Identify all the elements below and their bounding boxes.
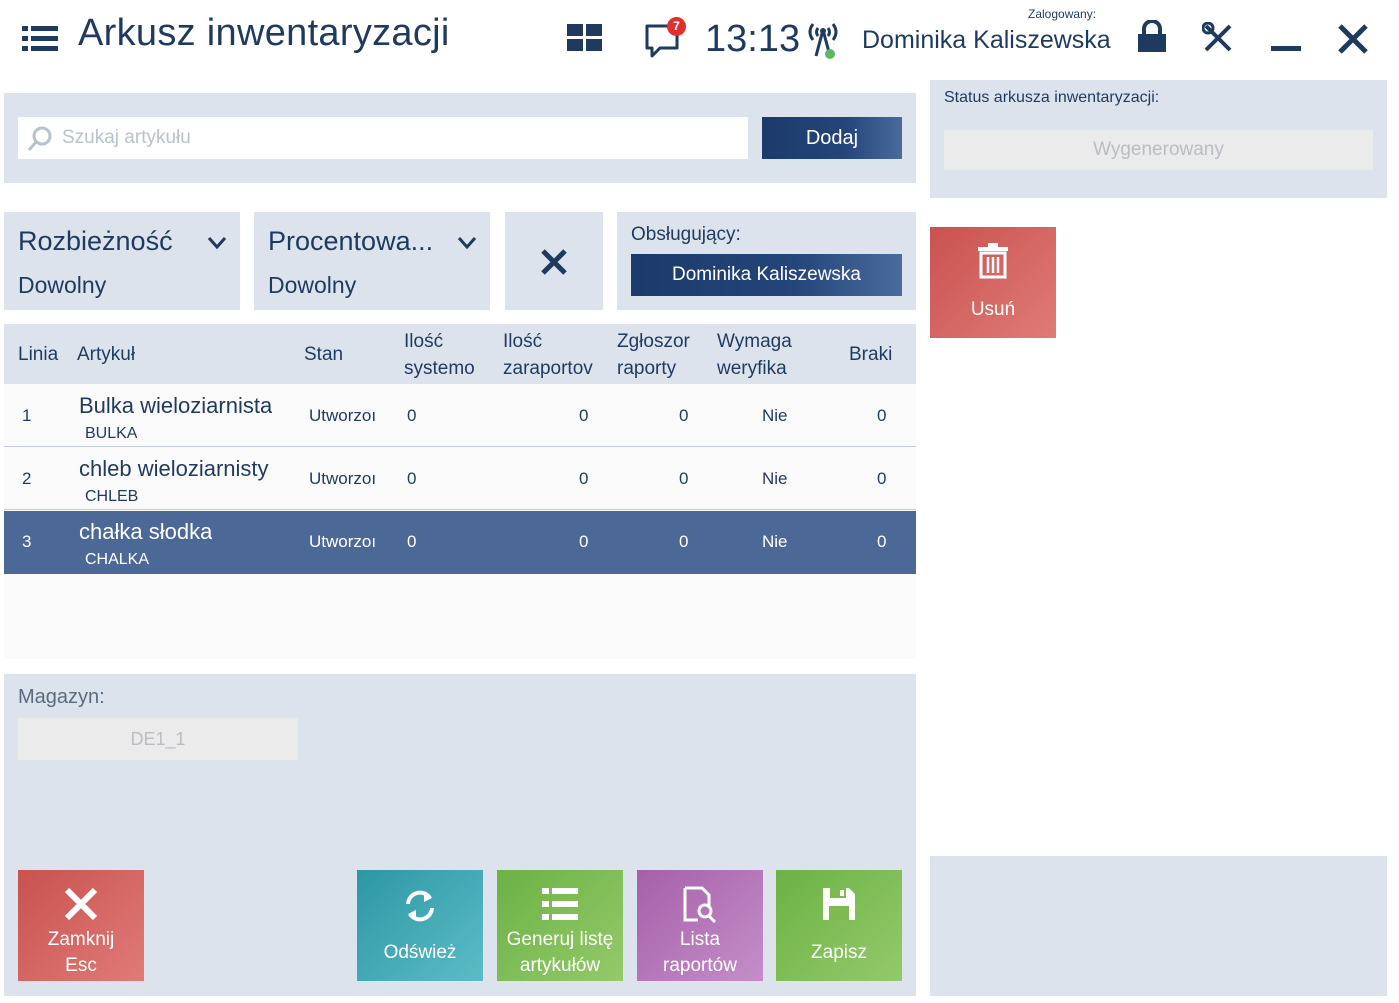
cell-reported-qty: 0 [579,406,589,425]
add-button[interactable]: Dodaj [762,117,902,159]
handler-label: Obsługujący: [631,224,741,245]
app-header: Arkusz inwentaryzacji 7 13:13 Zalogowany… [0,0,1399,80]
cell-article-name: chleb wieloziarnisty [79,456,269,481]
filter-discrepancy[interactable]: Rozbieżność Dowolny [4,212,240,310]
logged-in-user: Dominika Kaliszewska [862,26,1111,54]
cell-verify: Nie [762,532,788,551]
cell-status: Utworzoı [309,469,377,488]
close-button[interactable]: Zamknij Esc [18,870,144,981]
page-title: Arkusz inwentaryzacji [78,12,450,54]
cell-line: 3 [22,532,32,551]
cell-system-qty: 0 [407,469,417,488]
generate-label-2: artykułów [519,955,601,976]
generate-label: Generuj listę [506,929,614,950]
reports-label: Lista [679,929,721,950]
clear-filters-button[interactable] [505,212,603,310]
search-icon [27,126,52,151]
cell-system-qty: 0 [407,532,417,551]
search-input[interactable] [62,117,742,159]
cell-missing: 0 [877,406,887,425]
column-header[interactable]: Braki [849,341,909,368]
refresh-button[interactable]: Odśwież [357,870,483,981]
close-label: Zamknij [47,929,115,950]
column-header[interactable]: Artykuł [77,341,177,368]
generate-list-button[interactable]: Generuj listę artykułów [497,870,623,981]
save-icon [823,888,855,920]
cell-reports: 0 [679,469,689,488]
tiles-icon[interactable] [567,24,603,52]
cell-article-code: CHLEB [85,488,139,505]
list-icon [542,888,578,920]
signal-icon [808,23,838,59]
refresh-label: Odśwież [383,942,457,963]
column-header[interactable]: Ilość systemo [404,328,479,382]
cell-article-name: chałka słodka [79,519,213,544]
column-header[interactable]: Ilość zaraportov [503,328,593,382]
menu-icon[interactable] [22,26,58,52]
notification-badge: 7 [667,17,686,36]
close-icon [64,887,98,921]
close-shortcut: Esc [65,955,97,976]
warehouse-label: Magazyn: [18,686,105,708]
cell-status: Utworzoı [309,406,377,425]
delete-button[interactable]: Usuń [930,227,1056,338]
filter-percent-name: Procentowa... [268,226,434,256]
save-button[interactable]: Zapisz [776,870,902,981]
trash-icon [978,243,1008,279]
cell-reports: 0 [679,532,689,551]
cell-missing: 0 [877,469,887,488]
handler-button[interactable]: Dominika Kaliszewska [631,254,902,296]
minimize-icon[interactable] [1271,46,1301,51]
search-field[interactable] [18,117,748,159]
cell-missing: 0 [877,532,887,551]
warehouse-field: DE1_1 [18,718,298,760]
status-field: Wygenerowany [944,130,1373,170]
table-header: Linia Artykuł Stan Ilość systemo Ilość zar… [4,324,916,384]
cell-system-qty: 0 [407,406,417,425]
cell-article-name: Bulka wieloziarnista [79,393,273,418]
filter-percent[interactable]: Procentowa... Dowolny [254,212,490,310]
clear-filter-icon [541,249,567,275]
cell-reported-qty: 0 [579,469,589,488]
column-header[interactable]: Linia [18,341,68,368]
cell-reported-qty: 0 [579,532,589,551]
logged-in-label: Zalogowany: [1028,7,1097,21]
refresh-icon [406,890,434,922]
table-row-selected[interactable]: 3 chałka słodka CHALKA Utworzoı 0 0 0 Ni… [4,511,916,574]
column-header[interactable]: Zgłoszor raporty [617,328,695,382]
filter-percent-value: Dowolny [268,272,357,298]
clock: 13:13 [705,18,801,60]
report-search-icon [683,886,717,924]
status-label: Status arkusza inwentaryzacji: [944,89,1160,106]
filter-discrepancy-name: Rozbieżność [18,226,173,256]
table-empty-area [4,574,916,659]
cell-line: 2 [22,469,32,488]
tools-icon[interactable] [1202,22,1236,54]
reports-list-button[interactable]: Lista raportów [637,870,763,981]
lock-icon[interactable] [1136,20,1168,54]
table-row[interactable]: 2 chleb wieloziarnisty CHLEB Utworzoı 0 … [4,447,916,510]
cell-verify: Nie [762,469,788,488]
chevron-down-icon [457,237,477,250]
save-label: Zapisz [811,942,867,963]
column-header[interactable]: Wymaga weryfika [717,328,795,382]
cell-status: Utworzoı [309,532,377,551]
delete-label: Usuń [970,299,1016,320]
chevron-down-icon [207,237,227,250]
side-bottom-panel [930,856,1387,996]
cell-verify: Nie [762,406,788,425]
filter-discrepancy-value: Dowolny [18,272,107,298]
cell-article-code: BULKA [85,425,138,442]
close-icon[interactable] [1337,23,1369,55]
column-header[interactable]: Stan [304,341,364,368]
cell-line: 1 [22,406,32,425]
table-row[interactable]: 1 Bulka wieloziarnista BULKA Utworzoı 0 … [4,384,916,447]
cell-reports: 0 [679,406,689,425]
cell-article-code: CHALKA [85,551,150,568]
reports-label-2: raportów [663,955,737,976]
